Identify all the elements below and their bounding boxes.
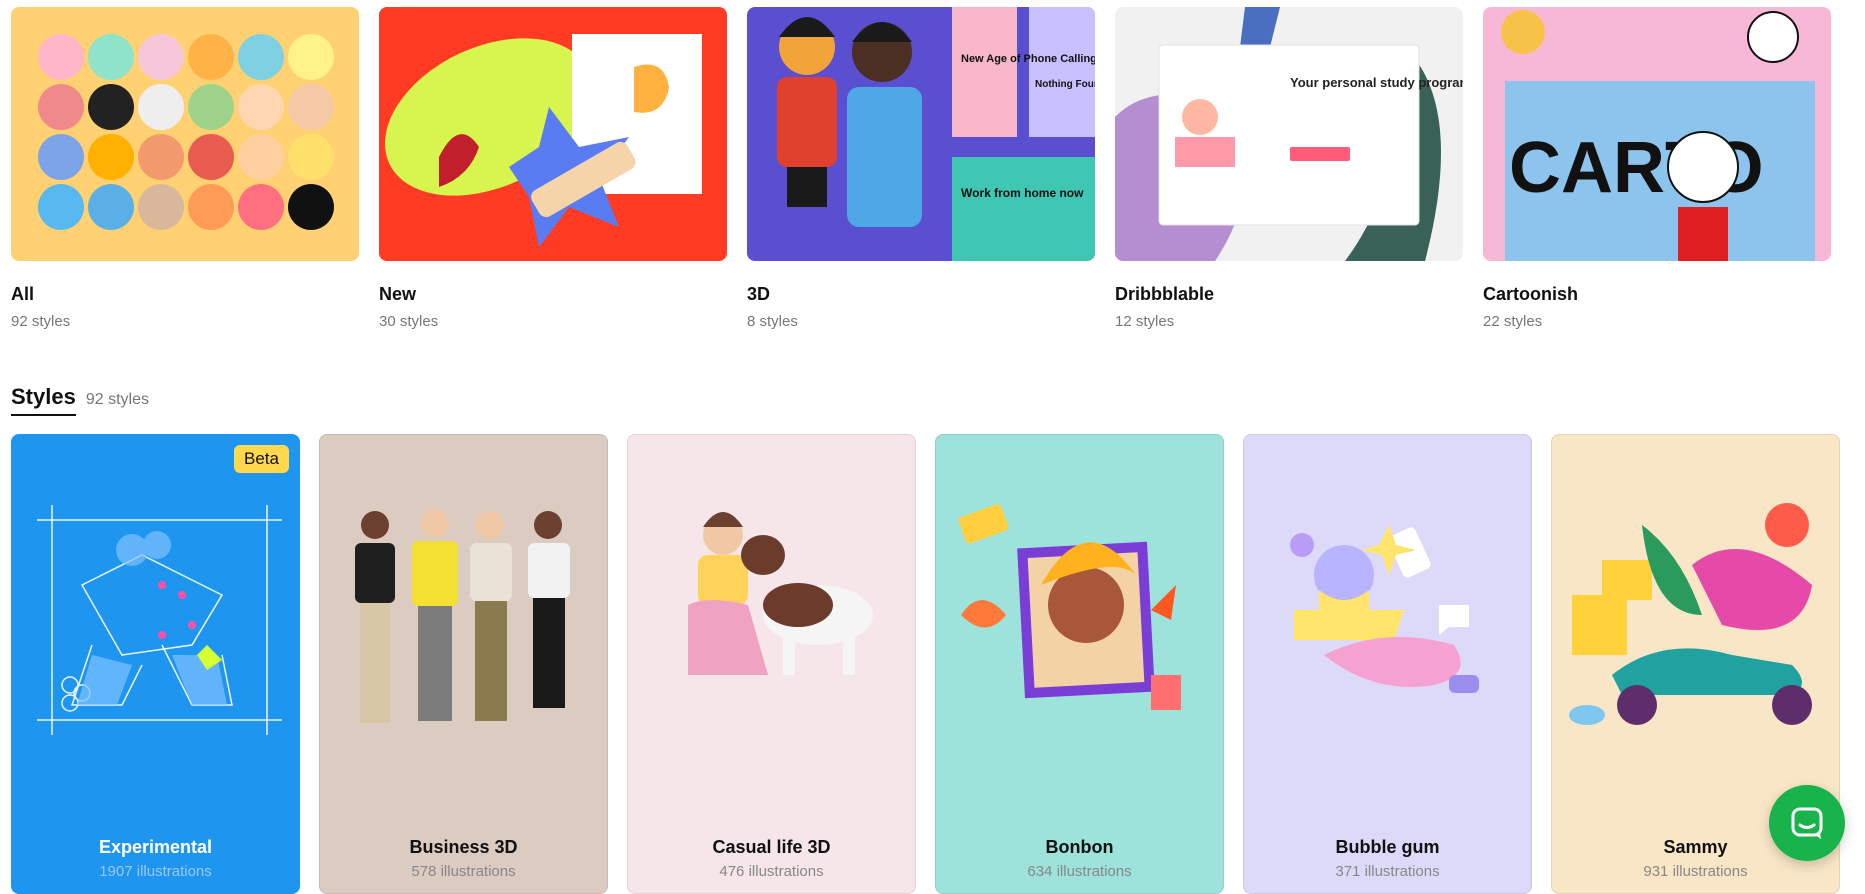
category-row: All 92 styles New 30 styles New Age of P… [11,7,1831,330]
style-card-bubble-gum[interactable]: Bubble gum 371 illustrations [1243,434,1532,894]
avatars-grid-illustration [38,34,334,230]
styles-grid: Beta Experimental 1907 illustrations Bus… [11,434,1840,894]
category-title[interactable]: Cartoonish [1483,284,1831,305]
work-from-home-text: Work from home now [961,186,1084,200]
style-count: 578 illustrations [411,863,516,880]
style-card-experimental[interactable]: Beta Experimental 1907 illustrations [11,434,300,894]
styles-count: 92 styles [85,391,149,408]
category-count: 30 styles [379,313,439,330]
style-count: 634 illustrations [1027,863,1132,880]
study-program-text: Your personal study program starts here [1290,75,1463,90]
nothing-found-text: Nothing Found [1035,79,1095,90]
category-count: 12 styles [1115,313,1175,330]
business-3d-illustration [355,509,570,723]
style-card-business-3d[interactable]: Business 3D 578 illustrations [319,434,608,894]
guitar-player-illustration [385,34,702,247]
style-count: 371 illustrations [1335,863,1440,880]
experimental-illustration [37,505,282,735]
category-title[interactable]: All [11,284,359,305]
style-name[interactable]: Business 3D [320,837,607,858]
category-card-cartoonish[interactable]: CARTO Cartoonish 22 styles [1483,7,1831,330]
style-count: 1907 illustrations [99,863,212,880]
chat-icon [1791,807,1823,839]
style-count: 476 illustrations [719,863,824,880]
cartoon-characters-illustration: CARTO [1501,10,1815,261]
style-name[interactable]: Bubble gum [1244,837,1531,858]
category-card-dribbblable[interactable]: Your personal study program starts here … [1115,7,1463,330]
phone-calling-text: New Age of Phone Calling [961,53,1095,65]
category-thumbnail-cartoonish[interactable]: CARTO [1483,7,1831,261]
style-card-casual-life-3d[interactable]: Casual life 3D 476 illustrations [627,434,916,894]
category-thumbnail-all[interactable] [11,7,359,261]
category-thumbnail-3d[interactable]: New Age of Phone Calling Nothing Found W… [747,7,1095,261]
bonbon-illustration [958,504,1181,710]
category-title[interactable]: New [379,284,727,305]
category-card-new[interactable]: New 30 styles [379,7,727,330]
chat-launcher-button[interactable] [1769,785,1845,861]
category-title[interactable]: 3D [747,284,1095,305]
style-card-bonbon[interactable]: Bonbon 634 illustrations [935,434,1224,894]
category-thumbnail-new[interactable] [379,7,727,261]
category-count: 22 styles [1483,313,1543,330]
category-title[interactable]: Dribbblable [1115,284,1463,305]
beta-badge: Beta [234,445,289,473]
category-card-all[interactable]: All 92 styles [11,7,359,330]
category-count: 8 styles [747,313,798,330]
styles-section-header: Styles 92 styles [11,384,149,416]
category-thumbnail-dribbblable[interactable]: Your personal study program starts here [1115,7,1463,261]
study-program-illustration: Your personal study program starts here [1115,7,1463,261]
style-name[interactable]: Casual life 3D [628,837,915,858]
style-count: 931 illustrations [1643,863,1748,880]
styles-tab[interactable]: Styles [11,384,76,416]
casual-life-3d-illustration [688,512,873,675]
category-card-3d[interactable]: New Age of Phone Calling Nothing Found W… [747,7,1095,330]
style-name[interactable]: Experimental [12,837,299,858]
bubble-gum-illustration [1290,525,1479,693]
category-count: 92 styles [11,313,71,330]
style-name[interactable]: Bonbon [936,837,1223,858]
business-people-3d-illustration: New Age of Phone Calling Nothing Found W… [777,7,1095,261]
